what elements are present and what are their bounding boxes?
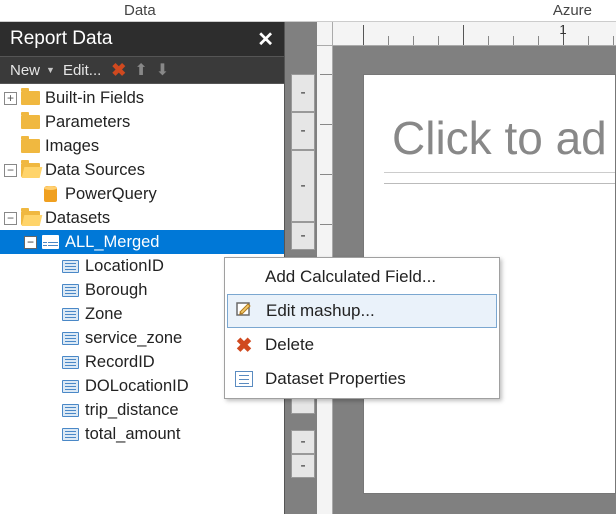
tree-label: Parameters	[45, 113, 130, 132]
new-button[interactable]: New	[6, 62, 44, 79]
ctx-label: Delete	[265, 335, 314, 355]
tree-label: Data Sources	[45, 161, 145, 180]
tree-node-field[interactable]: total_amount	[0, 422, 284, 446]
row-handle[interactable]: -	[291, 454, 315, 478]
ctx-dataset-properties[interactable]: Dataset Properties	[227, 362, 497, 396]
close-icon[interactable]: ✕	[257, 27, 274, 52]
horizontal-ruler[interactable]: 1	[333, 22, 616, 46]
folder-open-icon	[21, 163, 40, 177]
collapse-icon[interactable]: −	[4, 164, 17, 177]
arrow-up-icon[interactable]: ⬆	[132, 60, 149, 80]
tree-label: Images	[45, 137, 99, 156]
menu-azure[interactable]: Azure	[549, 2, 596, 19]
tree-label: Zone	[85, 305, 123, 324]
panel-header: Report Data ✕	[0, 22, 284, 56]
folder-icon	[21, 91, 40, 105]
main-menu-bar: Data Azure	[0, 0, 616, 22]
field-icon	[62, 428, 79, 441]
tree-node-images[interactable]: Images	[0, 134, 284, 158]
menu-data[interactable]: Data	[120, 2, 160, 19]
tree-label: DOLocationID	[85, 377, 189, 396]
delete-icon[interactable]: ✖	[109, 60, 128, 81]
tree-label: trip_distance	[85, 401, 179, 420]
panel-title: Report Data	[10, 28, 257, 50]
tree-node-datasources[interactable]: − Data Sources	[0, 158, 284, 182]
field-icon	[62, 260, 79, 273]
tree-label: ALL_Merged	[65, 233, 159, 252]
tree-node-powerquery[interactable]: PowerQuery	[0, 182, 284, 206]
chevron-down-icon[interactable]: ▼	[46, 65, 55, 75]
field-icon	[62, 404, 79, 417]
tree-label: Borough	[85, 281, 147, 300]
tree-node-datasets[interactable]: − Datasets	[0, 206, 284, 230]
row-handle[interactable]: -	[291, 430, 315, 454]
collapse-icon[interactable]: −	[24, 236, 37, 249]
ruler-corner	[317, 22, 333, 46]
field-icon	[62, 308, 79, 321]
properties-icon	[233, 368, 255, 390]
dataset-icon	[42, 235, 59, 249]
folder-icon	[21, 115, 40, 129]
panel-toolbar: New ▼ Edit... ✖ ⬆ ⬇	[0, 56, 284, 84]
tree-node-builtin-fields[interactable]: + Built-in Fields	[0, 86, 284, 110]
ctx-delete[interactable]: ✖ Delete	[227, 328, 497, 362]
expand-icon[interactable]: +	[4, 92, 17, 105]
edit-icon	[234, 300, 256, 322]
ctx-label: Edit mashup...	[266, 301, 375, 321]
field-icon	[62, 332, 79, 345]
ctx-edit-mashup[interactable]: Edit mashup...	[227, 294, 497, 328]
ruler-label: 1	[559, 22, 566, 37]
ctx-label: Add Calculated Field...	[265, 267, 436, 287]
tree-label: Datasets	[45, 209, 110, 228]
edit-button[interactable]: Edit...	[59, 62, 105, 79]
tree-label: service_zone	[85, 329, 182, 348]
tree-label: PowerQuery	[65, 185, 157, 204]
row-handle[interactable]: -	[291, 150, 315, 222]
ctx-add-calculated-field[interactable]: Add Calculated Field...	[227, 260, 497, 294]
report-body[interactable]	[384, 183, 615, 184]
tree-node-field[interactable]: trip_distance	[0, 398, 284, 422]
tree-label: RecordID	[85, 353, 155, 372]
x-icon: ✖	[233, 334, 255, 356]
tree-node-all-merged[interactable]: − ALL_Merged	[0, 230, 284, 254]
report-title-textbox[interactable]: Click to ad	[384, 103, 615, 173]
title-placeholder: Click to ad	[392, 111, 607, 165]
blank-icon	[233, 266, 255, 288]
ctx-label: Dataset Properties	[265, 369, 406, 389]
field-icon	[62, 284, 79, 297]
arrow-down-icon[interactable]: ⬇	[154, 60, 171, 80]
tree-node-parameters[interactable]: Parameters	[0, 110, 284, 134]
row-handle[interactable]: -	[291, 74, 315, 112]
database-icon	[44, 186, 57, 202]
row-handle[interactable]: -	[291, 222, 315, 250]
tree-label: Built-in Fields	[45, 89, 144, 108]
collapse-icon[interactable]: −	[4, 212, 17, 225]
field-icon	[62, 356, 79, 369]
folder-open-icon	[21, 211, 40, 225]
dataset-context-menu: Add Calculated Field... Edit mashup... ✖…	[224, 257, 500, 399]
tree-label: total_amount	[85, 425, 180, 444]
folder-icon	[21, 139, 40, 153]
field-icon	[62, 380, 79, 393]
row-handle[interactable]: -	[291, 112, 315, 150]
tree-label: LocationID	[85, 257, 164, 276]
